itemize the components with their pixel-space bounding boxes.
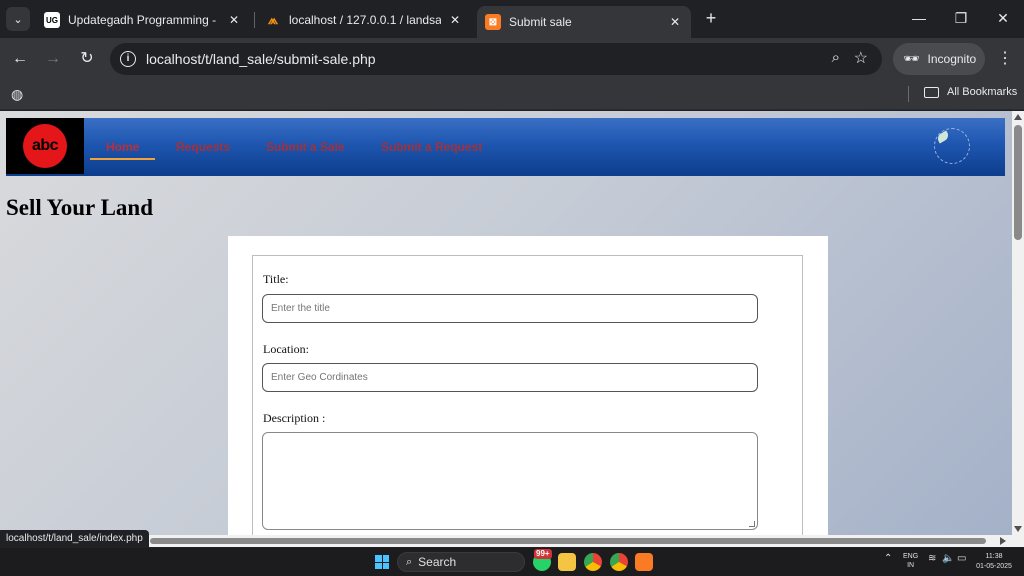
vertical-scroll-thumb[interactable]	[1014, 125, 1022, 240]
title-input[interactable]	[262, 294, 758, 323]
scroll-up-icon[interactable]	[1014, 114, 1022, 120]
phpmyadmin-favicon-icon: ⩕	[267, 12, 279, 27]
nav-submit-sale[interactable]: Submit a Sale	[266, 140, 345, 154]
bookmarks-bar: ◍ All Bookmarks	[0, 80, 1024, 110]
language-indicator[interactable]: ENG IN	[903, 552, 918, 570]
browser-toolbar: ← → ↻ i localhost/t/land_sale/submit-sal…	[0, 38, 1024, 80]
back-button[interactable]: ←	[9, 48, 31, 70]
search-icon: ⌕	[406, 555, 413, 568]
tab-strip: ⌄ UG Updategadh Programming - Upda ✕ ⩕ l…	[0, 0, 1024, 38]
minimize-button[interactable]: —	[908, 8, 930, 30]
lang-bottom: IN	[907, 562, 915, 569]
horizontal-scrollbar[interactable]	[0, 535, 1024, 547]
tab-title: Submit sale	[509, 15, 572, 29]
site-info-icon[interactable]: i	[120, 51, 136, 67]
taskbar-search-label: Search	[418, 555, 457, 569]
nav-home[interactable]: Home	[89, 140, 156, 160]
title-label: Title:	[263, 272, 289, 286]
reload-button[interactable]: ↻	[76, 48, 98, 70]
zoom-icon[interactable]: ⌕	[832, 49, 840, 66]
clock-time: 11:38	[985, 553, 1003, 560]
vertical-scrollbar[interactable]	[1012, 111, 1024, 535]
nav-submit-request[interactable]: Submit a Request	[381, 140, 482, 154]
wifi-icon[interactable]: ≋	[928, 553, 936, 564]
leaf-icon	[935, 130, 951, 144]
site-logo[interactable]: abc	[6, 118, 84, 174]
taskbar-clock[interactable]: 11:38 01-05-2025	[974, 552, 1014, 572]
url-text[interactable]: localhost/t/land_sale/submit-sale.php	[146, 51, 376, 67]
link-status-bubble: localhost/t/land_sale/index.php	[0, 530, 149, 548]
chrome-icon[interactable]	[584, 553, 602, 571]
horizontal-scroll-thumb[interactable]	[150, 538, 986, 544]
tab-phpmyadmin[interactable]: ⩕ localhost / 127.0.0.1 / landsale | ph …	[257, 6, 471, 34]
folder-icon	[924, 86, 939, 98]
tab-submit-sale[interactable]: ⊠ Submit sale ✕	[477, 6, 691, 38]
incognito-label: Incognito	[927, 52, 977, 66]
xampp-favicon-icon: ⊠	[485, 14, 501, 30]
tab-search-button[interactable]: ⌄	[6, 7, 30, 31]
incognito-icon: 🕶	[903, 51, 920, 66]
file-explorer-icon[interactable]	[558, 553, 576, 571]
globe-icon[interactable]: ◍	[11, 86, 23, 103]
close-icon[interactable]: ✕	[447, 13, 463, 27]
new-tab-button[interactable]: +	[700, 8, 722, 30]
resize-grip-icon[interactable]	[749, 521, 755, 527]
updategadh-favicon-icon: UG	[44, 12, 60, 28]
restore-button[interactable]: ❐	[950, 8, 972, 30]
forward-button[interactable]: →	[42, 48, 64, 70]
chrome-incognito-icon[interactable]	[610, 553, 628, 571]
location-input[interactable]	[262, 363, 758, 392]
browser-menu-button[interactable]: ⋮	[996, 48, 1014, 68]
profile-avatar[interactable]	[934, 128, 970, 164]
windows-taskbar: ⌕ Search 99+ ⌃ ENG IN ≋ 🔈 ▭ 11:38 01-05-…	[0, 548, 1024, 576]
lang-top: ENG	[903, 553, 919, 560]
incognito-indicator[interactable]: 🕶 Incognito	[893, 43, 985, 75]
tab-separator	[254, 12, 255, 28]
nav-requests[interactable]: Requests	[176, 140, 230, 154]
site-navbar: abc Home Requests Submit a Sale Submit a…	[6, 118, 1005, 176]
tab-updategadh[interactable]: UG Updategadh Programming - Upda ✕	[36, 6, 250, 34]
page-title: Sell Your Land	[6, 195, 153, 220]
description-label: Description :	[263, 411, 326, 425]
scroll-right-icon[interactable]	[1000, 537, 1006, 545]
sale-form: Title: Location: Description :	[252, 255, 803, 535]
page-viewport: abc Home Requests Submit a Sale Submit a…	[0, 111, 1012, 535]
location-label: Location:	[263, 342, 309, 356]
volume-icon[interactable]: 🔈	[942, 553, 954, 564]
chevron-up-icon[interactable]: ⌃	[884, 553, 892, 564]
address-bar[interactable]: i localhost/t/land_sale/submit-sale.php …	[110, 43, 882, 75]
tab-title: localhost / 127.0.0.1 / landsale | ph	[289, 13, 441, 27]
all-bookmarks-label: All Bookmarks	[947, 86, 1018, 98]
scroll-down-icon[interactable]	[1014, 526, 1022, 532]
xampp-icon[interactable]	[635, 553, 653, 571]
close-window-button[interactable]: ✕	[992, 8, 1014, 30]
bookmark-star-icon[interactable]: ☆	[854, 48, 868, 68]
battery-icon[interactable]: ▭	[957, 553, 966, 564]
all-bookmarks-button[interactable]: All Bookmarks	[924, 86, 1017, 98]
logo-circle: abc	[23, 124, 67, 168]
clock-date: 01-05-2025	[976, 563, 1012, 570]
tab-title: Updategadh Programming - Upda	[68, 13, 220, 27]
close-icon[interactable]: ✕	[667, 15, 683, 29]
close-icon[interactable]: ✕	[226, 13, 242, 27]
description-textarea[interactable]	[262, 432, 758, 530]
taskbar-search[interactable]: ⌕ Search	[397, 552, 525, 572]
form-card: Title: Location: Description :	[228, 236, 828, 535]
bookmarks-separator	[908, 86, 909, 102]
notification-badge: 99+	[534, 549, 552, 559]
windows-start-icon[interactable]	[375, 555, 389, 569]
